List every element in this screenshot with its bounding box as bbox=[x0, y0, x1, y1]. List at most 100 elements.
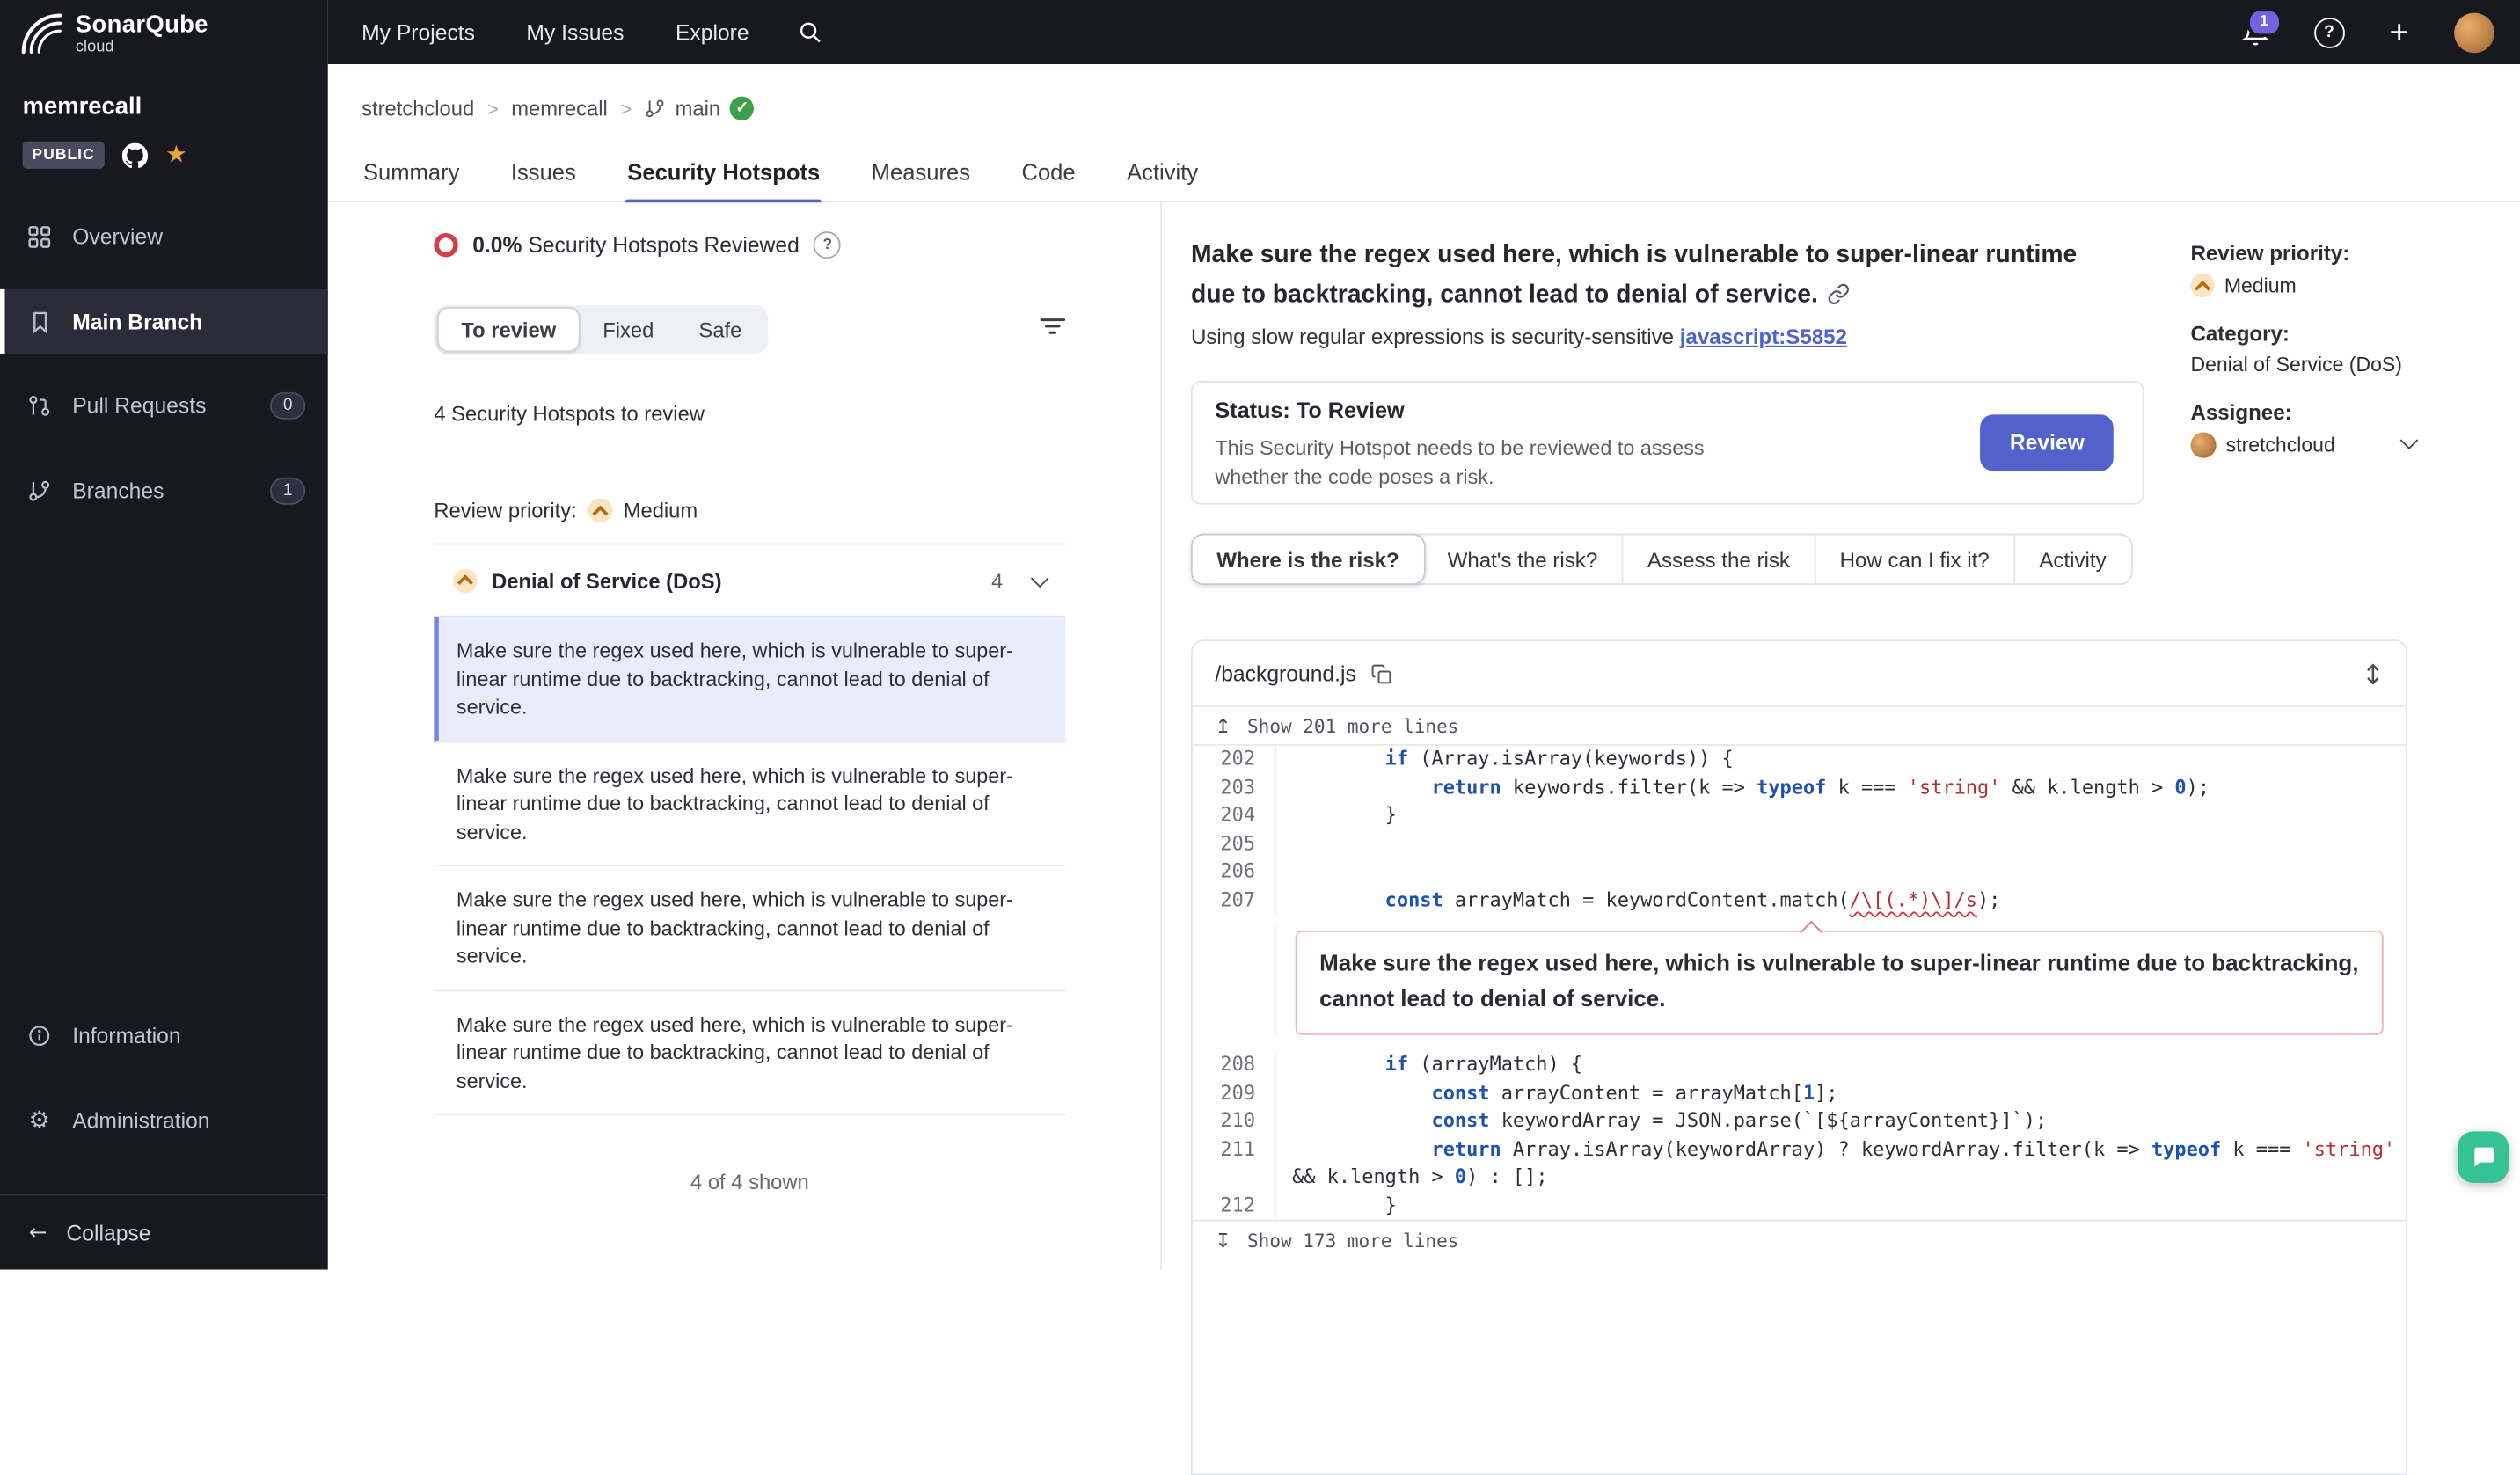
hotspot-inline-message[interactable]: Make sure the regex used here, which is … bbox=[1296, 931, 2384, 1035]
tab-how-can-i-fix-it[interactable]: How can I fix it? bbox=[1815, 535, 2015, 583]
gear-icon: ⚙ bbox=[26, 1106, 53, 1134]
hotspot-list-item[interactable]: Make sure the regex used here, which is … bbox=[434, 990, 1065, 1115]
nav-my-issues[interactable]: My Issues bbox=[526, 20, 624, 44]
search-icon[interactable] bbox=[797, 19, 822, 45]
tab-issues[interactable]: Issues bbox=[509, 142, 578, 202]
collapse-arrow-icon: ← bbox=[29, 1220, 47, 1245]
breadcrumb-project[interactable]: memrecall bbox=[511, 97, 608, 120]
hotspots-list-panel: 0.0% Security Hotspots Reviewed ? To rev… bbox=[328, 202, 1160, 1269]
nav-explore[interactable]: Explore bbox=[676, 20, 749, 44]
inline-warning-row: Make sure the regex used here, which is … bbox=[1193, 924, 2407, 1035]
assignee-dropdown[interactable]: stretchcloud bbox=[2190, 433, 2415, 458]
category-group-title: Denial of Service (DoS) bbox=[492, 568, 976, 592]
code-text bbox=[1276, 858, 2407, 887]
tab-assess-the-risk[interactable]: Assess the risk bbox=[1624, 535, 1816, 583]
filter-safe[interactable]: Safe bbox=[676, 309, 764, 351]
sonarqube-app: SonarQube cloud memrecall PUBLIC ★ Overv… bbox=[0, 0, 2520, 1269]
tab-code[interactable]: Code bbox=[1020, 142, 1077, 202]
copy-icon[interactable] bbox=[1370, 663, 1391, 684]
tab-measures[interactable]: Measures bbox=[870, 142, 972, 202]
code-text: const arrayMatch = keywordContent.match(… bbox=[1276, 887, 2407, 915]
code-text: } bbox=[1276, 1192, 2407, 1220]
tab-activity[interactable]: Activity bbox=[2015, 535, 2130, 583]
tab-security-hotspots[interactable]: Security Hotspots bbox=[625, 142, 822, 202]
hotspot-list-item[interactable]: Make sure the regex used here, which is … bbox=[434, 617, 1065, 742]
review-priority-label: Review priority: bbox=[434, 498, 576, 522]
status-title: Status: To Review bbox=[1215, 398, 1404, 422]
github-icon[interactable] bbox=[122, 142, 148, 168]
code-text: if (Array.isArray(keywords)) { bbox=[1276, 746, 2407, 774]
reviewed-help-icon[interactable]: ? bbox=[814, 231, 841, 259]
assignee-avatar bbox=[2190, 433, 2216, 458]
help-icon[interactable]: ? bbox=[2314, 17, 2345, 47]
code-text: } bbox=[1276, 802, 2407, 830]
sidebar-item-main-branch[interactable]: Main Branch bbox=[0, 289, 328, 354]
line-number: 203 bbox=[1193, 774, 1276, 802]
priority-medium-icon bbox=[2190, 274, 2214, 297]
sidebar-item-administration[interactable]: ⚙ Administration bbox=[0, 1088, 328, 1152]
code-viewer: /background.js ↥ Show 201 more lines 202… bbox=[1191, 639, 2407, 1475]
status-filter-group: To review Fixed Safe bbox=[434, 305, 767, 354]
favorite-star-icon[interactable]: ★ bbox=[165, 143, 187, 167]
tab-summary[interactable]: Summary bbox=[362, 142, 461, 202]
expand-code-icon[interactable] bbox=[2363, 661, 2384, 685]
grid-icon bbox=[26, 223, 53, 250]
project-header: stretchcloud > memrecall > main ✓ Summar… bbox=[328, 64, 2520, 202]
rule-description-line: Using slow regular expressions is securi… bbox=[1191, 325, 1847, 348]
pull-requests-count-badge: 0 bbox=[270, 391, 305, 419]
filter-fixed[interactable]: Fixed bbox=[581, 309, 676, 351]
line-number: 211 bbox=[1193, 1135, 1276, 1192]
reviewed-metric-row: 0.0% Security Hotspots Reviewed ? bbox=[434, 231, 841, 259]
code-line: 202 if (Array.isArray(keywords)) { bbox=[1193, 746, 2407, 774]
chat-bubble-icon bbox=[2470, 1144, 2495, 1170]
show-more-lines-bottom[interactable]: ↧ Show 173 more lines bbox=[1193, 1220, 2407, 1259]
collapse-label: Collapse bbox=[66, 1221, 150, 1245]
filter-icon[interactable] bbox=[1040, 315, 1065, 338]
show-more-lines-top[interactable]: ↥ Show 201 more lines bbox=[1193, 705, 2407, 746]
assignee-name: stretchcloud bbox=[2226, 434, 2335, 456]
sidebar-item-branches[interactable]: Branches 1 bbox=[0, 458, 328, 522]
reviewed-ring-icon bbox=[434, 233, 457, 257]
line-number: 207 bbox=[1193, 887, 1276, 915]
sonarqube-logo[interactable]: SonarQube cloud bbox=[19, 11, 208, 56]
tab-whats-the-risk[interactable]: What's the risk? bbox=[1423, 535, 1623, 583]
breadcrumb-org[interactable]: stretchcloud bbox=[362, 97, 474, 120]
breadcrumb-separator: > bbox=[487, 98, 499, 120]
plus-icon[interactable]: + bbox=[2390, 15, 2409, 48]
main-branch-icon bbox=[26, 308, 53, 335]
sidebar-item-pull-requests[interactable]: Pull Requests 0 bbox=[0, 373, 328, 437]
sidebar-item-label: Branches bbox=[72, 478, 164, 502]
sidebar-collapse-button[interactable]: ← Collapse bbox=[0, 1194, 328, 1270]
notifications-bell-icon[interactable]: 1 bbox=[2241, 18, 2268, 46]
permalink-icon[interactable] bbox=[1828, 283, 1851, 306]
meta-category-label: Category: bbox=[2190, 321, 2415, 345]
top-navbar: My Projects My Issues Explore 1 ? + bbox=[328, 0, 2520, 64]
hotspot-list-item[interactable]: Make sure the regex used here, which is … bbox=[434, 866, 1065, 991]
line-number: 210 bbox=[1193, 1107, 1276, 1135]
nav-my-projects[interactable]: My Projects bbox=[362, 20, 475, 44]
project-sidebar: SonarQube cloud memrecall PUBLIC ★ Overv… bbox=[0, 0, 328, 1269]
category-group-header[interactable]: Denial of Service (DoS) 4 bbox=[434, 544, 1065, 617]
sidebar-item-information[interactable]: Information bbox=[0, 1003, 328, 1067]
review-button[interactable]: Review bbox=[1981, 414, 2114, 471]
meta-priority-label: Review priority: bbox=[2190, 241, 2415, 265]
branch-icon bbox=[645, 98, 666, 119]
sidebar-item-overview[interactable]: Overview bbox=[0, 204, 328, 268]
chevron-down-icon bbox=[2400, 431, 2419, 449]
code-line: 209 const arrayContent = arrayMatch[1]; bbox=[1193, 1079, 2407, 1107]
chat-widget-button[interactable] bbox=[2458, 1131, 2509, 1182]
meta-category-value: Denial of Service (DoS) bbox=[2190, 354, 2415, 376]
rule-key-link[interactable]: javascript:S5852 bbox=[1680, 325, 1847, 348]
tab-where-is-the-risk[interactable]: Where is the risk? bbox=[1191, 534, 1425, 585]
quality-gate-passed-icon: ✓ bbox=[730, 97, 754, 120]
code-text bbox=[1276, 830, 2407, 858]
brand-sub: cloud bbox=[76, 40, 208, 55]
branches-icon bbox=[26, 477, 53, 504]
project-name: memrecall bbox=[23, 93, 142, 120]
branch-selector[interactable]: main ✓ bbox=[645, 97, 755, 120]
user-avatar[interactable] bbox=[2454, 12, 2494, 53]
hotspot-list-item[interactable]: Make sure the regex used here, which is … bbox=[434, 741, 1065, 866]
tab-activity[interactable]: Activity bbox=[1125, 142, 1200, 202]
filter-to-review[interactable]: To review bbox=[437, 307, 581, 352]
sidebar-item-label: Information bbox=[72, 1023, 180, 1047]
